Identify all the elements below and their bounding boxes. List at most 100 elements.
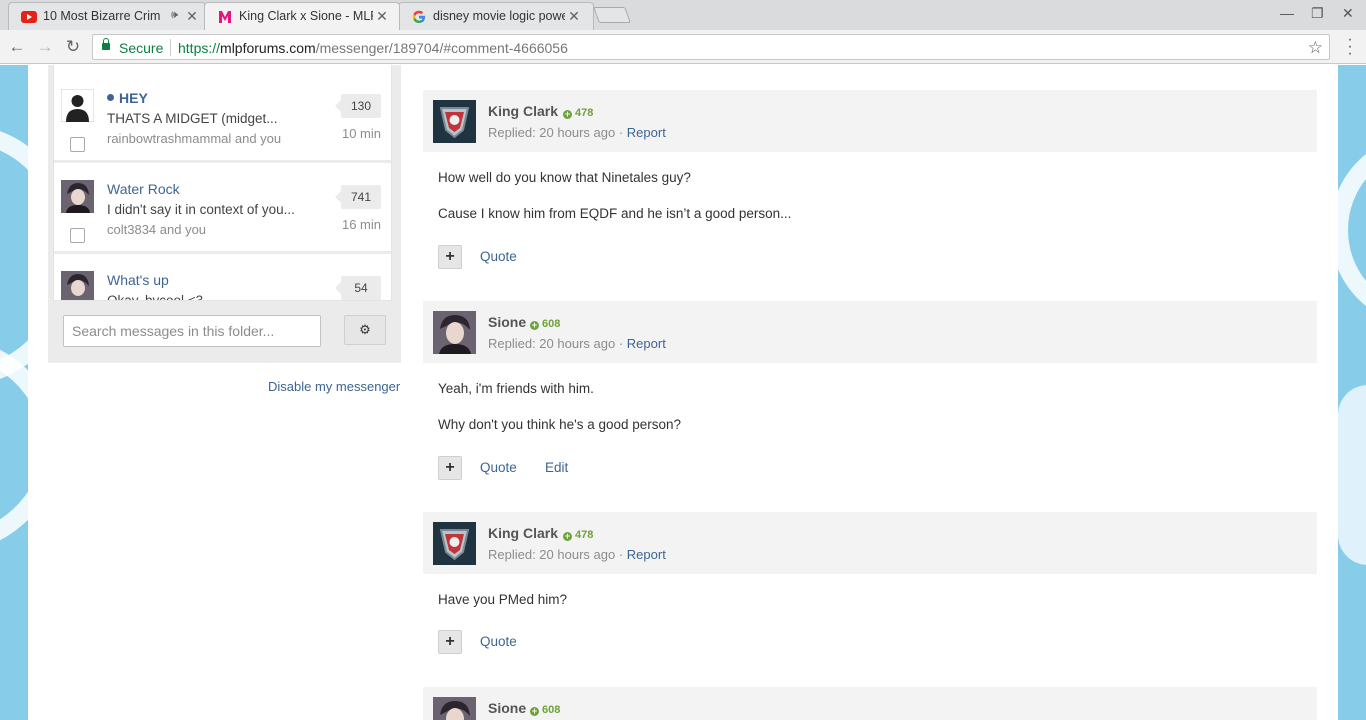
multiquote-plus-button[interactable]: +	[438, 630, 462, 654]
avatar[interactable]	[433, 522, 476, 565]
conversation-list[interactable]: HEY THATS A MIDGET (midget... rainbowtra…	[53, 65, 392, 301]
youtube-icon	[21, 9, 37, 25]
quote-link[interactable]: Quote	[480, 460, 517, 475]
conversation-title-text: HEY	[119, 90, 148, 106]
meta-separator: ·	[618, 125, 624, 140]
list-item[interactable]: What's up Okay, bycool <3 54	[54, 257, 391, 301]
replied-time: Replied: 20 hours ago	[488, 336, 616, 351]
reply-count-badge: 54	[335, 276, 381, 300]
close-tab-icon[interactable]: ✕	[375, 8, 389, 25]
conversation-title[interactable]: HEY	[107, 90, 148, 106]
conversation-participants: rainbowtrashmammal and you	[107, 131, 282, 146]
browser-toolbar: ← → ↻ Secure https://mlpforums.com/messe…	[0, 30, 1366, 64]
reply-count-badge: 741	[335, 185, 381, 209]
post-author[interactable]: Sione	[488, 700, 526, 716]
avatar[interactable]	[433, 100, 476, 143]
select-checkbox[interactable]	[70, 228, 85, 243]
reply-count-badge: 130	[335, 94, 381, 118]
conversation-title[interactable]: Water Rock	[107, 181, 180, 197]
tab-title: disney movie logic powe	[433, 9, 565, 23]
mlpforums-icon	[217, 9, 233, 25]
conversation-snippet: Okay, bycool <3	[107, 293, 204, 301]
post: King Clark +478 Replied: 20 hours ago · …	[423, 512, 1317, 682]
avatar[interactable]	[433, 311, 476, 354]
unread-dot-icon	[107, 94, 114, 101]
gear-icon[interactable]: ⚙	[344, 315, 386, 345]
disable-messenger-link[interactable]: Disable my messenger	[268, 379, 400, 394]
post-author[interactable]: King Clark	[488, 525, 558, 541]
forward-arrow-icon[interactable]: →	[34, 36, 56, 58]
post: King Clark +478 Replied: 20 hours ago · …	[423, 90, 1317, 285]
secure-label: Secure	[119, 40, 164, 56]
google-icon	[411, 9, 427, 25]
conversation-participants: colt3834 and you	[107, 222, 207, 237]
minimize-icon[interactable]: ―	[1280, 5, 1294, 21]
select-checkbox[interactable]	[70, 137, 85, 152]
close-window-icon[interactable]: ✕	[1342, 5, 1354, 22]
content-area: HEY THATS A MIDGET (midget... rainbowtra…	[28, 65, 1338, 720]
conversation-time: 10 min	[341, 126, 381, 141]
report-link[interactable]: Report	[627, 125, 666, 140]
restore-icon[interactable]: ❐	[1311, 5, 1324, 22]
plus-icon: +	[530, 706, 539, 716]
url-host: mlpforums.com	[220, 40, 316, 56]
multiquote-plus-button[interactable]: +	[438, 245, 462, 269]
list-item[interactable]: HEY THATS A MIDGET (midget... rainbowtra…	[54, 75, 391, 163]
new-tab-button[interactable]	[593, 7, 631, 23]
reputation-badge: +608	[530, 704, 560, 716]
speaker-icon[interactable]: 🕪	[171, 9, 178, 22]
avatar[interactable]	[433, 697, 476, 720]
reputation-value: 478	[575, 107, 594, 119]
tab-youtube[interactable]: 10 Most Bizarre Crim 🕪 ✕	[8, 2, 206, 30]
reload-icon[interactable]: ↻	[62, 36, 84, 58]
post-meta: Replied: 20 hours ago · Report	[488, 336, 666, 351]
url-text[interactable]: https://mlpforums.com/messenger/189704/#…	[178, 40, 568, 56]
post-text: Have you PMed him?	[438, 592, 568, 607]
reputation-value: 608	[542, 318, 561, 330]
back-arrow-icon[interactable]: ←	[6, 36, 28, 58]
post-author[interactable]: King Clark	[488, 103, 558, 119]
divider	[170, 39, 171, 56]
menu-dots-icon[interactable]: · · ·	[1343, 32, 1357, 62]
post-text: Yeah, i'm friends with him.	[438, 381, 594, 396]
address-bar[interactable]: Secure https://mlpforums.com/messenger/1…	[92, 34, 1330, 60]
post-meta: Replied: 20 hours ago · Report	[488, 125, 666, 140]
conversation-snippet: I didn't say it in context of you...	[107, 202, 295, 217]
tab-title: 10 Most Bizarre Crim	[43, 9, 161, 23]
replied-time: Replied: 20 hours ago	[488, 125, 616, 140]
close-tab-icon[interactable]: ✕	[185, 8, 199, 25]
multiquote-plus-button[interactable]: +	[438, 456, 462, 480]
post: Sione +608 Replied: 20 hours ago · Repor…	[423, 301, 1317, 496]
conversation-title[interactable]: What's up	[107, 272, 169, 288]
post-author[interactable]: Sione	[488, 314, 526, 330]
post-header: Sione +608	[423, 687, 1317, 720]
reputation-badge: +478	[563, 107, 593, 119]
quote-link[interactable]: Quote	[480, 249, 517, 264]
report-link[interactable]: Report	[627, 547, 666, 562]
url-scheme: https://	[178, 40, 221, 56]
tab-google[interactable]: disney movie logic powe ✕	[398, 2, 594, 30]
reputation-badge: +608	[530, 318, 560, 330]
tab-mlpforums[interactable]: King Clark x Sione - MLP ✕	[204, 2, 400, 30]
meta-separator: ·	[618, 336, 624, 351]
reputation-value: 478	[575, 529, 594, 541]
post-text: Why don't you think he's a good person?	[438, 417, 682, 432]
tab-title: King Clark x Sione - MLP	[239, 9, 373, 23]
messenger-sidebar: HEY THATS A MIDGET (midget... rainbowtra…	[48, 65, 401, 363]
report-link[interactable]: Report	[627, 336, 666, 351]
post-header: Sione +608 Replied: 20 hours ago · Repor…	[423, 301, 1317, 363]
close-tab-icon[interactable]: ✕	[567, 8, 581, 25]
bookmark-star-icon[interactable]: ☆	[1308, 38, 1323, 58]
post-header: King Clark +478 Replied: 20 hours ago · …	[423, 90, 1317, 152]
post-text: How well do you know that Ninetales guy?	[438, 170, 691, 185]
url-path: /messenger/189704/#comment-4666056	[315, 40, 568, 56]
search-input[interactable]	[63, 315, 321, 347]
avatar	[60, 88, 95, 123]
list-item[interactable]: Water Rock I didn't say it in context of…	[54, 166, 391, 254]
lock-icon	[102, 38, 110, 50]
edit-link[interactable]: Edit	[545, 460, 568, 475]
meta-separator: ·	[618, 547, 624, 562]
avatar	[61, 180, 94, 213]
quote-link[interactable]: Quote	[480, 634, 517, 649]
page-background: HEY THATS A MIDGET (midget... rainbowtra…	[0, 65, 1366, 720]
